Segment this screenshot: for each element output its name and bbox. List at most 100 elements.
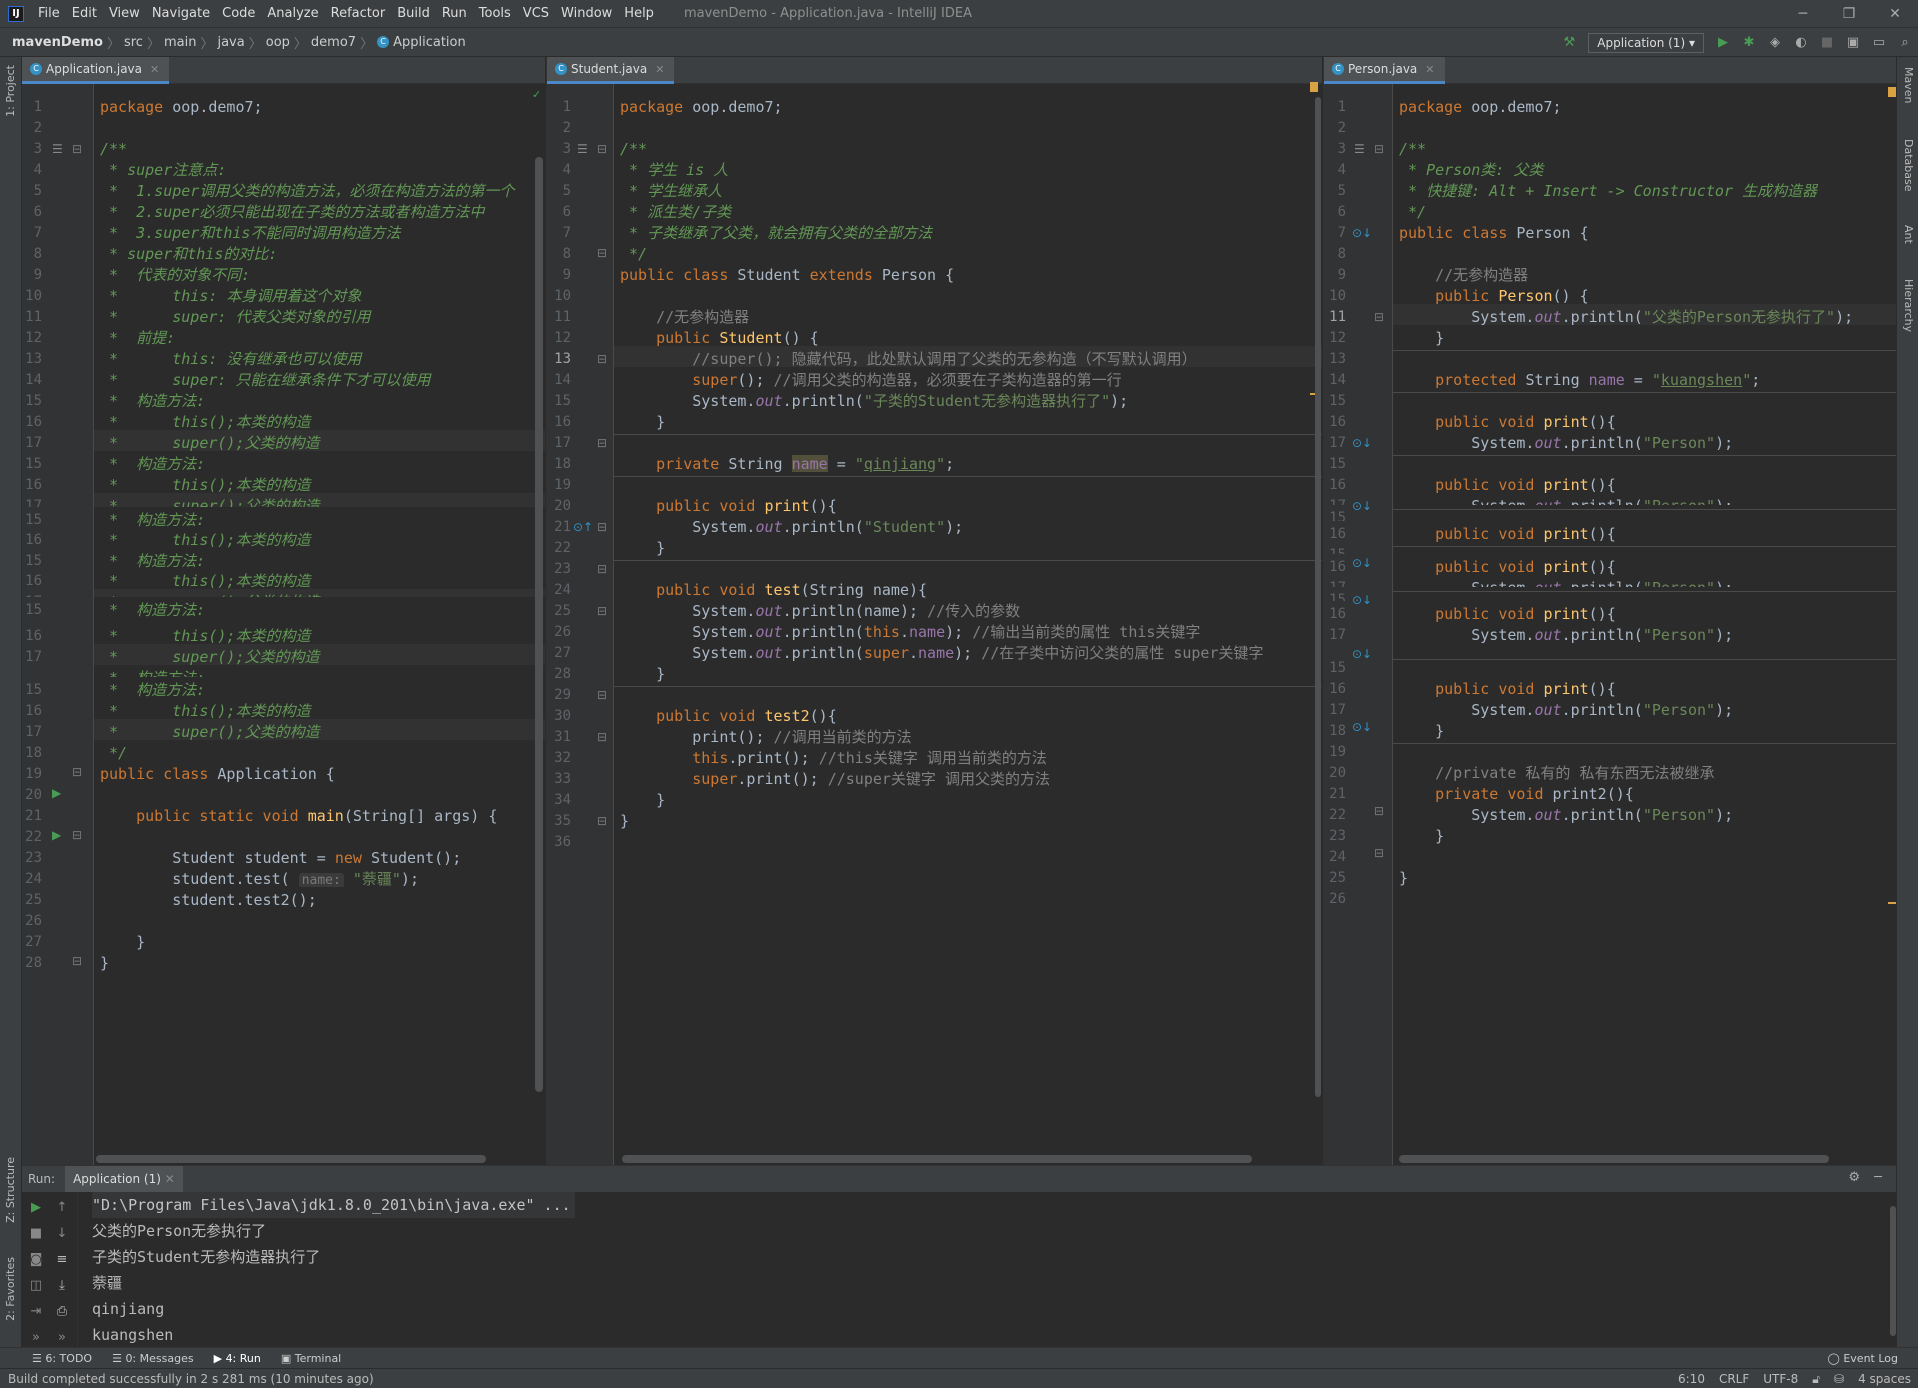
console-scrollbar[interactable] <box>1890 1206 1896 1336</box>
search-everywhere-icon[interactable]: ⌕ <box>1892 32 1918 54</box>
down-arrow-icon[interactable]: ↓ <box>52 1226 72 1241</box>
line-separator[interactable]: CRLF <box>1712 1372 1756 1386</box>
minimize-icon[interactable]: ─ <box>1780 0 1826 28</box>
profile-icon[interactable]: ◐ <box>1788 32 1814 54</box>
menu-tools[interactable]: Tools <box>473 0 517 28</box>
fold-icon[interactable]: ⊟ <box>597 240 607 266</box>
stop-icon[interactable]: ■ <box>1814 32 1840 54</box>
database-tool-tab[interactable]: Database <box>1902 139 1915 192</box>
fold-icon[interactable]: ⊟ <box>1374 798 1384 824</box>
implemented-icon[interactable]: ☰ <box>577 136 588 162</box>
camera-icon[interactable]: ◙ <box>26 1252 46 1267</box>
tab-person-java[interactable]: C Person.java ✕ <box>1324 57 1445 84</box>
layout-icon[interactable]: ◫ <box>26 1278 46 1293</box>
overridden-icon[interactable]: ⊙↓ <box>1352 714 1372 740</box>
coverage-icon[interactable]: ◈ <box>1762 32 1788 54</box>
fold-icon[interactable]: ⊟ <box>597 724 607 750</box>
stop-icon[interactable]: ■ <box>26 1226 46 1241</box>
horizontal-scrollbar[interactable] <box>622 1155 1252 1163</box>
menu-view[interactable]: View <box>103 0 146 28</box>
exit-icon[interactable]: ⇥ <box>26 1304 46 1319</box>
fold-icon[interactable]: ⊟ <box>597 136 607 162</box>
fold-icon[interactable]: ⊟ <box>72 136 82 162</box>
print-icon[interactable]: ⎙ <box>52 1304 72 1319</box>
fold-icon[interactable]: ⊟ <box>597 556 607 582</box>
more-icon[interactable]: » <box>26 1330 46 1345</box>
implemented-icon[interactable]: ☰ <box>1354 136 1365 162</box>
overridden-icon[interactable]: ⊙↓ <box>1352 641 1372 667</box>
caret-position[interactable]: 6:10 <box>1671 1372 1712 1386</box>
code-editor[interactable]: package oop.demo7; /** * Person类: 父类 * 快捷… <box>1393 84 1896 1165</box>
ant-tool-tab[interactable]: Ant <box>1902 225 1915 244</box>
fold-icon[interactable]: ⊟ <box>597 598 607 624</box>
menu-code[interactable]: Code <box>216 0 261 28</box>
soft-wrap-icon[interactable]: ≡ <box>52 1252 72 1267</box>
code-editor[interactable]: package oop.demo7;/** * 学生 is 人 * 学生继承人 … <box>614 84 1322 1165</box>
close-icon[interactable]: ✕ <box>1872 0 1918 28</box>
overridden-icon[interactable]: ⊙↓ <box>1352 430 1372 456</box>
menu-window[interactable]: Window <box>555 0 618 28</box>
code-editor[interactable]: package oop.demo7; /** * super注意点: * 1.su… <box>94 84 545 1165</box>
gear-icon[interactable]: ⚙ <box>1848 1170 1860 1185</box>
menu-analyze[interactable]: Analyze <box>261 0 324 28</box>
overridden-icon[interactable]: ⊙↓ <box>1352 220 1372 246</box>
menu-edit[interactable]: Edit <box>66 0 103 28</box>
fold-icon[interactable]: ⊟ <box>72 759 82 785</box>
breadcrumb-project[interactable]: mavenDemo <box>0 35 107 50</box>
menu-vcs[interactable]: VCS <box>517 0 555 28</box>
breadcrumb-demo7[interactable]: demo7 <box>307 35 360 50</box>
console-output[interactable]: "D:\Program Files\Java\jdk1.8.0_201\bin\… <box>92 1192 1876 1348</box>
menu-navigate[interactable]: Navigate <box>146 0 216 28</box>
fold-icon[interactable]: ⊟ <box>597 682 607 708</box>
debug-icon[interactable]: ✱ <box>1736 32 1762 54</box>
git-icon[interactable]: ⛁ <box>1827 1372 1851 1386</box>
warning-marker-icon[interactable] <box>1888 87 1896 97</box>
hierarchy-tool-tab[interactable]: Hierarchy <box>1902 279 1915 332</box>
fold-icon[interactable]: ⊟ <box>597 514 607 540</box>
close-tab-icon[interactable]: ✕ <box>150 63 159 76</box>
warning-marker-icon[interactable] <box>1310 82 1318 92</box>
close-tab-icon[interactable]: ✕ <box>655 63 664 76</box>
terminal-tab[interactable]: ▣ Terminal <box>271 1352 351 1365</box>
breadcrumb-oop[interactable]: oop <box>262 35 294 50</box>
fold-icon[interactable]: ⊟ <box>597 808 607 834</box>
overridden-icon[interactable]: ⊙↓ <box>1352 550 1372 576</box>
menu-build[interactable]: Build <box>391 0 436 28</box>
menu-file[interactable]: File <box>32 0 66 28</box>
vertical-scrollbar[interactable] <box>1315 97 1321 1097</box>
run-icon[interactable]: ▶ <box>1710 32 1736 54</box>
lock-icon[interactable]: 🔓︎ <box>1805 1372 1827 1387</box>
fold-icon[interactable]: ⊟ <box>597 346 607 372</box>
overridden-icon[interactable]: ⊙↓ <box>1352 493 1372 519</box>
close-tab-icon[interactable]: ✕ <box>165 1172 175 1186</box>
fold-icon[interactable]: ⊟ <box>1374 840 1384 866</box>
run-gutter-icon[interactable]: ▶ <box>52 822 61 848</box>
horizontal-scrollbar[interactable] <box>1399 1155 1829 1163</box>
hide-icon[interactable]: ─ <box>1874 1170 1882 1185</box>
run-tab[interactable]: ▶ 4: Run <box>204 1352 271 1365</box>
override-icon[interactable]: ⊙↑ <box>573 514 593 540</box>
fold-icon[interactable]: ⊟ <box>72 948 82 974</box>
breadcrumb-java[interactable]: java <box>213 35 248 50</box>
overridden-icon[interactable]: ⊙↓ <box>1352 587 1372 613</box>
tab-application-java[interactable]: C Application.java ✕ <box>22 57 170 84</box>
breadcrumb-class[interactable]: C Application <box>373 35 470 50</box>
fold-icon[interactable]: ⊟ <box>1374 136 1384 162</box>
indent-setting[interactable]: 4 spaces <box>1851 1372 1918 1386</box>
fold-icon[interactable]: ⊟ <box>597 430 607 456</box>
event-log-tab[interactable]: ◯ Event Log <box>1818 1352 1908 1365</box>
build-hammer-icon[interactable]: ⚒ <box>1556 32 1582 54</box>
presentation-icon[interactable]: ▭ <box>1866 32 1892 54</box>
horizontal-scrollbar[interactable] <box>96 1155 486 1163</box>
project-tool-tab[interactable]: 1: Project <box>4 65 17 117</box>
breadcrumb-src[interactable]: src <box>120 35 147 50</box>
run-config-select[interactable]: Application (1) ▾ <box>1588 32 1704 53</box>
fold-icon[interactable]: ⊟ <box>72 822 82 848</box>
messages-tab[interactable]: ☰ 0: Messages <box>102 1352 204 1365</box>
maven-tool-tab[interactable]: Maven <box>1902 67 1915 103</box>
menu-help[interactable]: Help <box>618 0 660 28</box>
breadcrumb-main[interactable]: main <box>160 35 200 50</box>
todo-tab[interactable]: ☰ 6: TODO <box>22 1352 102 1365</box>
vertical-scrollbar[interactable] <box>535 157 543 1092</box>
implemented-icon[interactable]: ☰ <box>52 136 63 162</box>
